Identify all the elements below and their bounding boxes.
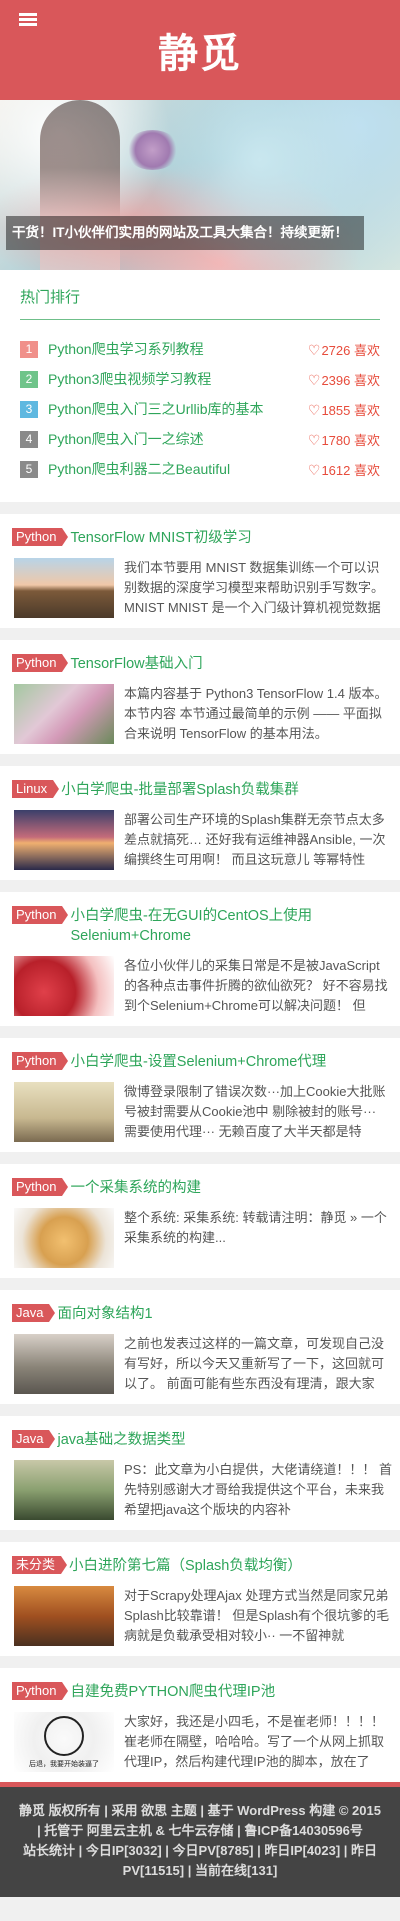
post-card: Java 面向对象结构1 之前也发表过这样的一篇文章，可发现自己没有写好，所以今天… — [0, 1290, 400, 1404]
ranking-item[interactable]: 2 Python3爬虫视频学习教程 ♡2396 喜欢 — [20, 364, 380, 394]
hot-ranking-title: 热门排行 — [20, 284, 380, 320]
post-thumbnail[interactable] — [14, 1334, 114, 1394]
menu-icon[interactable] — [19, 13, 37, 27]
post-title[interactable]: TensorFlow MNIST初级学习 — [70, 528, 386, 548]
ranking-item-title[interactable]: Python爬虫利器二之Beautiful — [48, 459, 308, 479]
heart-icon: ♡ — [307, 371, 321, 388]
post-thumbnail[interactable] — [14, 810, 114, 870]
site-title[interactable]: 静觅 — [158, 21, 242, 79]
post-title[interactable]: TensorFlow基础入门 — [70, 654, 386, 674]
category-tag[interactable]: Python — [12, 654, 70, 672]
category-tag[interactable]: Python — [12, 528, 70, 546]
banner-slide[interactable]: 干货！IT小伙伴们实用的网站及工具大集合！持续更新！ — [0, 100, 400, 270]
post-title[interactable]: 小白学爬虫-批量部署Splash负载集群 — [61, 780, 386, 800]
likes-count: ♡1780 喜欢 — [307, 431, 380, 448]
hot-ranking-list: 1 Python爬虫学习系列教程 ♡2726 喜欢 2 Python3爬虫视频学习教程… — [20, 334, 380, 484]
site-header: 静觅 — [0, 0, 400, 100]
post-thumbnail[interactable] — [14, 684, 114, 744]
likes-count: ♡2396 喜欢 — [307, 371, 380, 388]
post-excerpt: PS：此文章为小白提供，大佬请绕道！！！ 首先特别感谢大才哥给我提供这个平台，未… — [124, 1462, 392, 1517]
category-tag[interactable]: Python — [12, 1052, 70, 1070]
post-title[interactable]: 小白学爬虫-设置Selenium+Chrome代理 — [70, 1052, 386, 1072]
post-title[interactable]: 面向对象结构1 — [57, 1304, 386, 1324]
meme-face-icon — [44, 1716, 84, 1756]
post-thumbnail[interactable] — [14, 956, 114, 1016]
post-thumbnail[interactable] — [14, 1460, 114, 1520]
ranking-item-title[interactable]: Python3爬虫视频学习教程 — [48, 369, 308, 389]
category-tag[interactable]: Python — [12, 1682, 70, 1700]
rank-number: 5 — [20, 460, 38, 478]
post-excerpt: 部署公司生产环境的Splash集群无奈节点太多 差点就搞死… 还好我有运维神器A… — [124, 812, 386, 867]
heart-icon: ♡ — [307, 401, 321, 418]
ranking-item[interactable]: 4 Python爬虫入门一之综述 ♡1780 喜欢 — [20, 424, 380, 454]
category-tag[interactable]: Python — [12, 906, 70, 924]
rank-number: 4 — [20, 430, 38, 448]
rank-number: 1 — [20, 340, 38, 358]
heart-icon: ♡ — [307, 431, 321, 448]
category-tag[interactable]: Java — [12, 1304, 57, 1322]
heart-icon: ♡ — [307, 461, 321, 478]
post-card: 未分类 小白进阶第七篇（Splash负载均衡） 对于Scrapy处理Ajax 处理… — [0, 1542, 400, 1656]
post-excerpt: 我们本节要用 MNIST 数据集训练一个可以识别数据的深度学习模型来帮助识别手写… — [124, 560, 385, 615]
likes-count: ♡1855 喜欢 — [307, 401, 380, 418]
post-excerpt: 微博登录限制了错误次数···加上Cookie大批账号被封需要从Cookie池中 … — [124, 1084, 386, 1139]
category-tag[interactable]: 未分类 — [12, 1556, 68, 1574]
rank-number: 2 — [20, 370, 38, 388]
post-thumbnail[interactable]: 后退，我要开始装逼了 — [14, 1712, 114, 1772]
banner-image-flowers — [125, 130, 180, 170]
ranking-item[interactable]: 3 Python爬虫入门三之Urllib库的基本 ♡1855 喜欢 — [20, 394, 380, 424]
ranking-item[interactable]: 5 Python爬虫利器二之Beautiful ♡1612 喜欢 — [20, 454, 380, 484]
heart-icon: ♡ — [307, 341, 321, 358]
hot-ranking-panel: 热门排行 1 Python爬虫学习系列教程 ♡2726 喜欢 2 Python3爬虫视… — [0, 270, 400, 502]
post-card: Python 自建免费PYTHON爬虫代理IP池 后退，我要开始装逼了 大家好，我还… — [0, 1668, 400, 1782]
ranking-item-title[interactable]: Python爬虫学习系列教程 — [48, 339, 308, 359]
post-excerpt: 大家好，我还是小四毛，不是崔老师！！！！崔老师在隔壁，哈哈哈。写了一个从网上抓取… — [124, 1714, 385, 1769]
thumbnail-caption: 后退，我要开始装逼了 — [29, 1761, 99, 1768]
post-thumbnail[interactable] — [14, 1208, 114, 1268]
ranking-item-title[interactable]: Python爬虫入门三之Urllib库的基本 — [48, 399, 308, 419]
post-card: Java java基础之数据类型 PS：此文章为小白提供，大佬请绕道！！！ 首先特… — [0, 1416, 400, 1530]
likes-count: ♡1612 喜欢 — [307, 461, 380, 478]
post-title[interactable]: 自建免费PYTHON爬虫代理IP池 — [70, 1682, 386, 1702]
category-tag[interactable]: Linux — [12, 780, 60, 798]
post-excerpt: 对于Scrapy处理Ajax 处理方式当然是同家兄弟Splash比较靠谱！ 但是… — [124, 1588, 390, 1643]
post-title[interactable]: java基础之数据类型 — [57, 1430, 386, 1450]
post-title[interactable]: 小白学爬虫-在无GUI的CentOS上使用Selenium+Chrome — [70, 906, 386, 946]
banner-caption[interactable]: 干货！IT小伙伴们实用的网站及工具大集合！持续更新！ — [6, 216, 364, 250]
ranking-item[interactable]: 1 Python爬虫学习系列教程 ♡2726 喜欢 — [20, 334, 380, 364]
category-tag[interactable]: Python — [12, 1178, 70, 1196]
post-excerpt: 各位小伙伴儿的采集日常是不是被JavaScript的各种点击事件折腾的欲仙欲死？… — [124, 958, 388, 1013]
post-card: Python 小白学爬虫-设置Selenium+Chrome代理 微博登录限制了错… — [0, 1038, 400, 1152]
post-thumbnail[interactable] — [14, 558, 114, 618]
likes-count: ♡2726 喜欢 — [307, 341, 380, 358]
rank-number: 3 — [20, 400, 38, 418]
post-excerpt: 整个系统: 采集系统: 转载请注明：静觅 » 一个采集系统的构建... — [124, 1210, 387, 1245]
post-title[interactable]: 小白进阶第七篇（Splash负载均衡） — [69, 1556, 386, 1576]
ranking-item-title[interactable]: Python爬虫入门一之综述 — [48, 429, 308, 449]
post-card: Python 一个采集系统的构建 整个系统: 采集系统: 转载请注明：静觅 » 一… — [0, 1164, 400, 1278]
footer-stats[interactable]: 站长统计 | 今日IP[3032] | 今日PV[8785] | 昨日IP[40… — [18, 1841, 382, 1881]
post-card: Linux 小白学爬虫-批量部署Splash负载集群 部署公司生产环境的Splas… — [0, 766, 400, 880]
post-card: Python TensorFlow基础入门 本篇内容基于 Python3 Tens… — [0, 640, 400, 754]
post-thumbnail[interactable] — [14, 1586, 114, 1646]
post-excerpt: 本篇内容基于 Python3 TensorFlow 1.4 版本。 本节内容 本… — [124, 686, 388, 741]
category-tag[interactable]: Java — [12, 1430, 57, 1448]
post-title[interactable]: 一个采集系统的构建 — [70, 1178, 386, 1198]
site-footer: 静觅 版权所有 | 采用 欲思 主题 | 基于 WordPress 构建 © 2… — [0, 1787, 400, 1897]
post-card: Python TensorFlow MNIST初级学习 我们本节要用 MNIST … — [0, 514, 400, 628]
post-excerpt: 之前也发表过这样的一篇文章，可发现自己没有写好，所以今天又重新写了一下，这回就可… — [124, 1336, 385, 1391]
post-card: Python 小白学爬虫-在无GUI的CentOS上使用Selenium+Chro… — [0, 892, 400, 1026]
post-thumbnail[interactable] — [14, 1082, 114, 1142]
footer-copyright[interactable]: 静觅 版权所有 | 采用 欲思 主题 | 基于 WordPress 构建 © 2… — [18, 1801, 382, 1841]
